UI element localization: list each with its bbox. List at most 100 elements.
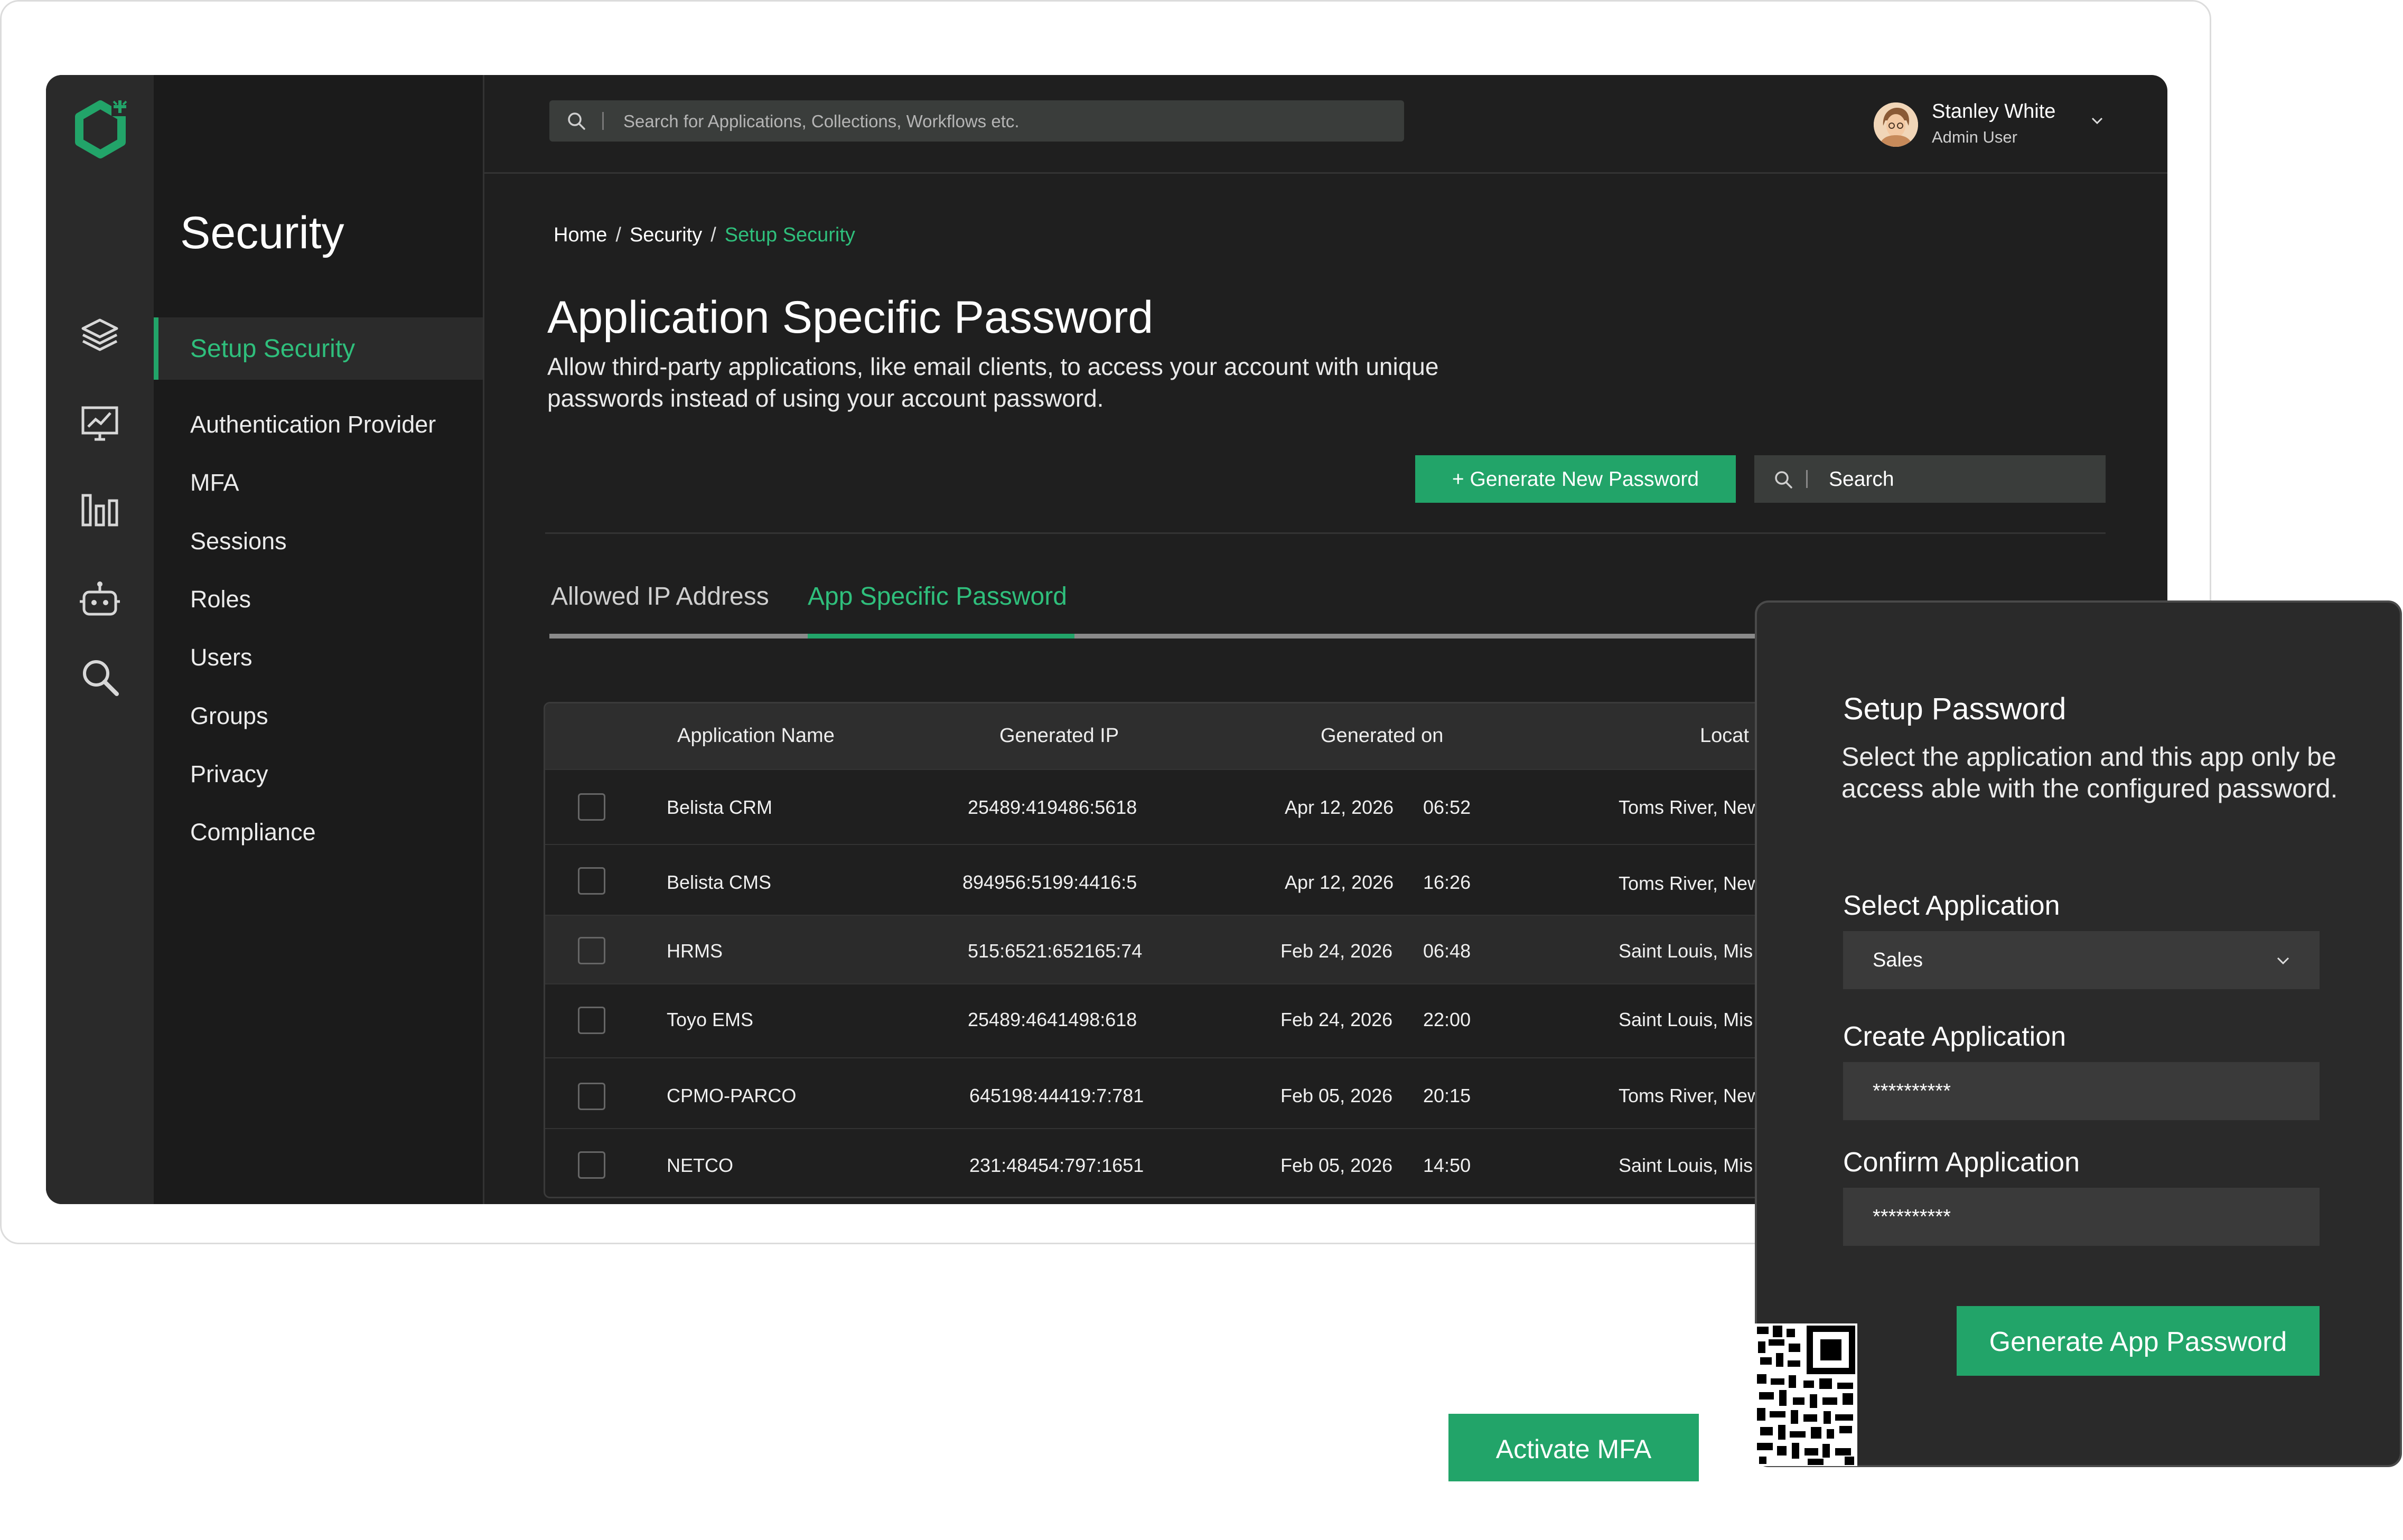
cell-app-name: CPMO-PARCO (667, 1085, 797, 1106)
icon-rail (46, 75, 154, 1204)
tab-active-indicator (808, 634, 1074, 638)
row-checkbox[interactable] (578, 937, 605, 964)
cell-date: Apr 12, 2026 (1285, 871, 1394, 893)
cell-location: Saint Louis, Mis (1619, 1154, 1753, 1176)
select-application-value: Sales (1873, 949, 1923, 971)
sidebar-title: Security (180, 208, 344, 258)
cell-generated-ip: 645198:44419:7:781 (969, 1085, 1144, 1106)
page-description: Allow third-party applications, like ema… (547, 353, 1439, 412)
user-avatar-icon (1874, 102, 1918, 147)
sidebar-item-compliance[interactable]: Compliance (190, 819, 316, 846)
generate-app-password-button[interactable]: Generate App Password (1957, 1306, 2320, 1376)
global-search-input[interactable]: Search for Applications, Collections, Wo… (623, 111, 1020, 132)
breadcrumb-home[interactable]: Home (554, 224, 607, 246)
cell-time: 22:00 (1423, 1009, 1471, 1030)
analytics-icon[interactable] (79, 402, 121, 445)
column-header[interactable]: Generated on (1321, 725, 1443, 747)
sidebar-item-mfa[interactable]: MFA (190, 469, 239, 496)
top-bar: Search for Applications, Collections, Wo… (484, 75, 2167, 174)
sidebar-item-authentication-provider[interactable]: Authentication Provider (190, 411, 436, 438)
tab-app-specific-password[interactable]: App Specific Password (808, 582, 1067, 611)
sidebar-item-users[interactable]: Users (190, 644, 253, 671)
cell-location: Saint Louis, Mis (1619, 940, 1753, 962)
cell-date: Feb 05, 2026 (1280, 1154, 1393, 1176)
layers-icon[interactable] (79, 315, 121, 357)
column-header[interactable]: Application Name (677, 725, 835, 747)
cell-app-name: Belista CMS (667, 871, 772, 893)
cell-date: Feb 24, 2026 (1280, 1009, 1393, 1030)
create-application-label: Create Application (1843, 1021, 2067, 1052)
row-checkbox[interactable] (578, 1151, 605, 1179)
global-search[interactable]: Search for Applications, Collections, Wo… (549, 100, 1404, 142)
sidebar-item-privacy[interactable]: Privacy (190, 760, 268, 788)
breadcrumb-separator: / (710, 224, 716, 246)
user-role: Admin User (1932, 128, 2017, 146)
breadcrumb: Home / Security / Setup Security (554, 224, 855, 247)
cell-generated-ip: 894956:5199:4416:5 (962, 871, 1137, 893)
qr-code-icon (1755, 1323, 1857, 1466)
user-name: Stanley White (1932, 100, 2056, 123)
sidebar-item-setup-security[interactable]: Setup Security (154, 317, 483, 380)
select-application-label: Select Application (1843, 890, 2060, 921)
tab-allowed-ip-address[interactable]: Allowed IP Address (551, 582, 769, 611)
security-sidebar: Security Setup Security Authentication P… (154, 75, 484, 1204)
select-application-dropdown[interactable]: Sales (1843, 931, 2320, 989)
cell-location: Saint Louis, Mis (1619, 1009, 1753, 1030)
confirm-application-field[interactable]: ********** (1843, 1188, 2320, 1246)
sidebar-item-sessions[interactable]: Sessions (190, 528, 287, 555)
cell-app-name: Toyo EMS (667, 1009, 754, 1030)
cell-time: 20:15 (1423, 1085, 1471, 1106)
create-application-value: ********** (1873, 1080, 1951, 1102)
cell-generated-ip: 231:48454:797:1651 (969, 1154, 1144, 1176)
create-application-field[interactable]: ********** (1843, 1062, 2320, 1120)
row-checkbox[interactable] (578, 1007, 605, 1034)
cell-time: 16:26 (1423, 871, 1471, 893)
cell-generated-ip: 25489:4641498:618 (968, 1009, 1137, 1030)
cell-date: Feb 24, 2026 (1280, 940, 1393, 962)
modal-description: Select the application and this app only… (1841, 742, 2338, 803)
activate-mfa-label: Activate MFA (1495, 1434, 1652, 1464)
modal-title: Setup Password (1843, 692, 2067, 726)
activate-mfa-button[interactable]: Activate MFA (1448, 1414, 1699, 1481)
row-checkbox[interactable] (578, 1083, 605, 1110)
sidebar-item-groups[interactable]: Groups (190, 702, 268, 730)
chevron-down-icon[interactable] (2089, 113, 2105, 129)
sidebar-item-label: Setup Security (190, 335, 356, 363)
bar-chart-icon[interactable] (79, 488, 121, 530)
row-checkbox[interactable] (578, 867, 605, 895)
breadcrumb-current: Setup Security (724, 224, 855, 246)
search-separator (1806, 470, 1808, 488)
cell-date: Apr 12, 2026 (1285, 796, 1394, 818)
logo-icon[interactable] (68, 97, 133, 162)
confirm-application-label: Confirm Application (1843, 1147, 2080, 1178)
confirm-application-value: ********** (1873, 1206, 1951, 1228)
table-search-input[interactable]: Search (1829, 468, 1894, 491)
generate-new-password-button[interactable]: + Generate New Password (1415, 455, 1736, 503)
cell-location: Toms River, New (1619, 1085, 1762, 1106)
search-icon[interactable] (79, 656, 121, 698)
search-icon (568, 112, 585, 130)
cell-location: Toms River, New (1619, 872, 1762, 894)
cell-app-name: NETCO (667, 1154, 733, 1176)
cell-time: 14:50 (1423, 1154, 1471, 1176)
section-divider (545, 532, 2106, 534)
row-checkbox[interactable] (578, 793, 605, 821)
breadcrumb-separator: / (615, 224, 621, 246)
breadcrumb-security[interactable]: Security (630, 224, 702, 246)
table-search[interactable]: Search (1754, 455, 2106, 503)
generate-app-password-label: Generate App Password (1989, 1327, 2287, 1357)
cell-date: Feb 05, 2026 (1280, 1085, 1393, 1106)
column-header[interactable]: Locat (1700, 725, 1749, 747)
cell-generated-ip: 515:6521:652165:74 (968, 940, 1143, 962)
avatar[interactable] (1874, 102, 1918, 147)
cell-time: 06:48 (1423, 940, 1471, 962)
cell-app-name: HRMS (667, 940, 723, 962)
cell-location: Toms River, New (1619, 796, 1762, 818)
search-separator (602, 112, 604, 130)
robot-icon[interactable] (79, 579, 121, 622)
sidebar-item-roles[interactable]: Roles (190, 586, 251, 613)
page-title: Application Specific Password (547, 292, 1154, 343)
user-menu[interactable]: Stanley White Admin User (1874, 100, 2106, 153)
column-header[interactable]: Generated IP (999, 725, 1119, 747)
search-icon (1775, 471, 1792, 489)
